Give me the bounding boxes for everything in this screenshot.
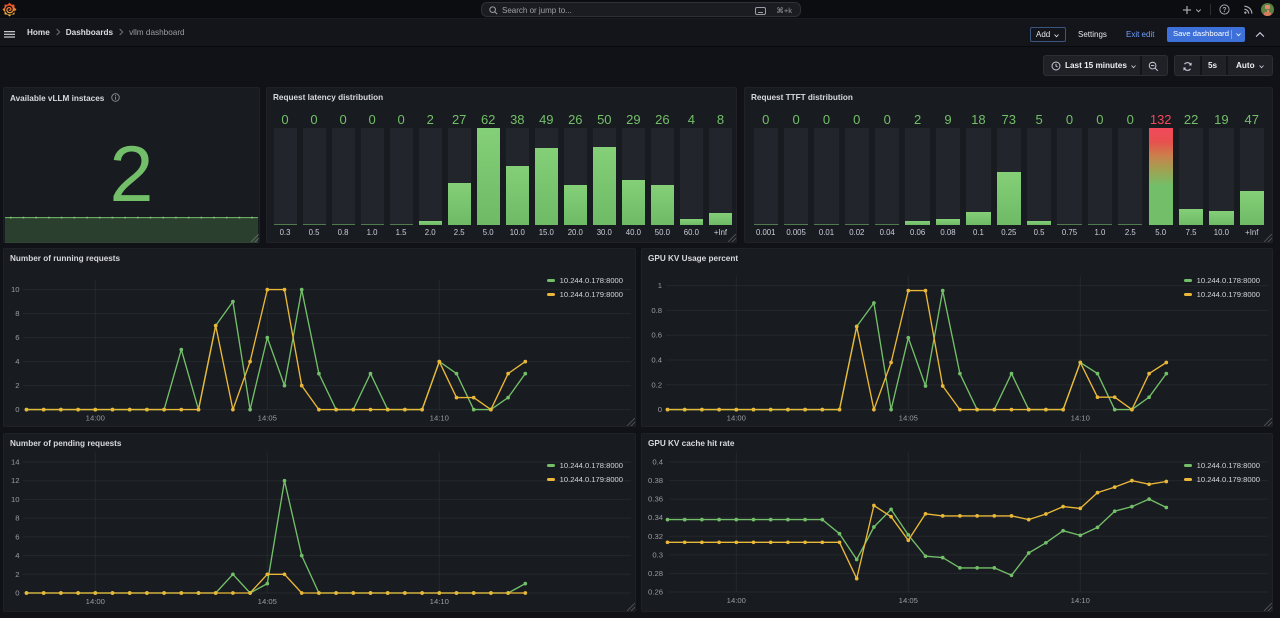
svg-text:14:05: 14:05 [899,414,918,423]
svg-text:8: 8 [15,309,19,318]
svg-text:0.26: 0.26 [648,588,663,597]
svg-text:0: 0 [658,405,662,414]
svg-text:0: 0 [15,405,19,414]
svg-text:6: 6 [15,333,19,342]
svg-text:0.6: 0.6 [651,331,662,340]
svg-text:10: 10 [11,495,20,504]
svg-text:0.38: 0.38 [648,476,663,485]
svg-text:0.4: 0.4 [652,458,663,467]
svg-text:2: 2 [15,570,19,579]
svg-text:14:00: 14:00 [86,597,105,606]
svg-text:14:05: 14:05 [899,596,918,605]
svg-text:14:10: 14:10 [430,597,449,606]
svg-text:0.36: 0.36 [648,495,663,504]
svg-text:4: 4 [15,357,20,366]
svg-text:14:05: 14:05 [258,597,277,606]
svg-text:0.4: 0.4 [651,356,662,365]
svg-text:2: 2 [15,381,19,390]
svg-text:0: 0 [15,589,19,598]
svg-text:6: 6 [15,532,19,541]
svg-text:10: 10 [11,285,20,294]
svg-text:14: 14 [11,458,20,467]
svg-text:14:10: 14:10 [430,414,449,423]
svg-text:0.8: 0.8 [651,306,662,315]
svg-text:0.32: 0.32 [648,532,663,541]
svg-text:12: 12 [11,476,20,485]
svg-text:8: 8 [15,514,19,523]
svg-text:?: ? [1222,7,1226,14]
svg-text:14:00: 14:00 [727,414,746,423]
svg-text:14:00: 14:00 [727,596,746,605]
svg-text:14:10: 14:10 [1071,414,1090,423]
svg-text:0.2: 0.2 [651,380,662,389]
svg-text:14:10: 14:10 [1071,596,1090,605]
svg-text:1: 1 [658,281,662,290]
svg-text:14:00: 14:00 [86,414,105,423]
svg-text:0.28: 0.28 [648,569,663,578]
svg-text:4: 4 [15,551,20,560]
svg-text:0.34: 0.34 [648,513,664,522]
svg-text:0.3: 0.3 [652,550,663,559]
svg-text:14:05: 14:05 [258,414,277,423]
